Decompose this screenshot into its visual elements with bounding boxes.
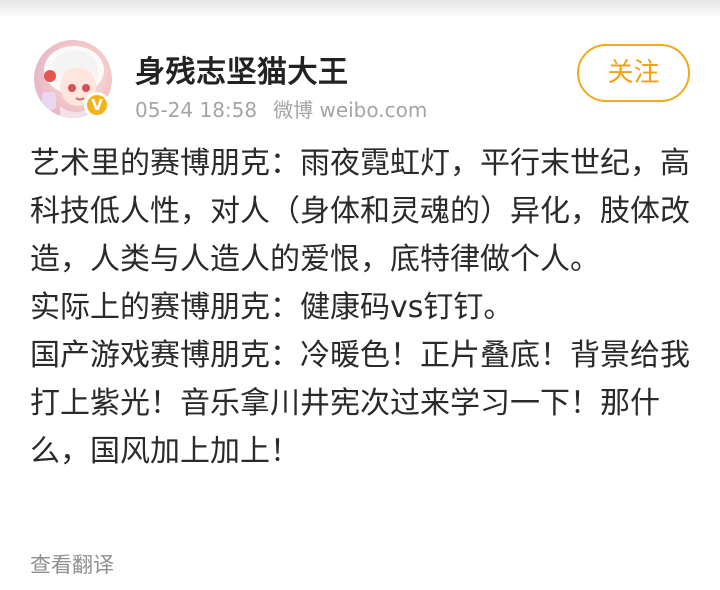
post-meta: 05-24 18:58 微博 weibo.com bbox=[135, 94, 443, 123]
post-source: 微博 weibo.com bbox=[273, 98, 428, 122]
post-timestamp: 05-24 18:58 bbox=[135, 98, 258, 122]
post-body: 艺术里的赛博朋克：雨夜霓虹灯，平行末世纪，高科技低人性，对人（身体和灵魂的）异化… bbox=[30, 140, 702, 476]
verified-badge-icon: V bbox=[84, 92, 110, 118]
post-header: V 身残志坚猫大王 05-24 18:58 微博 weibo.com 关注 bbox=[0, 0, 720, 130]
author-name[interactable]: 身残志坚猫大王 bbox=[135, 47, 349, 91]
follow-button[interactable]: 关注 bbox=[577, 44, 690, 102]
post-paragraph: 艺术里的赛博朋克：雨夜霓虹灯，平行末世纪，高科技低人性，对人（身体和灵魂的）异化… bbox=[30, 146, 690, 277]
post-paragraph: 国产游戏赛博朋克：冷暖色！正片叠底！背景给我打上紫光！音乐拿川井宪次过来学习一下… bbox=[30, 338, 690, 469]
view-translation-link[interactable]: 查看翻译 bbox=[30, 549, 114, 579]
post-paragraph: 实际上的赛博朋克：健康码vs钉钉。 bbox=[30, 290, 514, 325]
